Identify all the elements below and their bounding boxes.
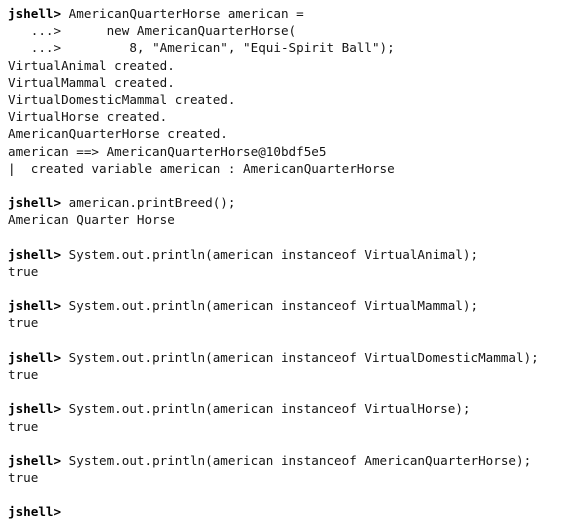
console-line-output: VirtualDomesticMammal created.: [0, 91, 566, 108]
console-line-text: AmericanQuarterHorse american =: [61, 6, 304, 21]
console-line-text: true: [8, 470, 39, 486]
console-line-text: 8, "American", "Equi-Spirit Ball");: [61, 40, 395, 56]
console-line-input: jshell>: [0, 503, 566, 520]
console-line-input: jshell> System.out.println(american inst…: [0, 400, 566, 417]
console-line-text: VirtualAnimal created.: [8, 57, 175, 73]
console-line-text: true: [8, 263, 39, 279]
console-line-text: american ==> AmericanQuarterHorse@10bdf5…: [8, 143, 327, 159]
console-line-output: true: [0, 263, 566, 280]
continuation-prompt: ...>: [8, 40, 62, 56]
console-line-text: VirtualHorse created.: [8, 109, 168, 125]
console-line-cont: ...> 8, "American", "Equi-Spirit Ball");: [0, 39, 566, 56]
shell-prompt: jshell>: [8, 246, 62, 262]
console-line-output: true: [0, 314, 566, 331]
console-line-text: AmericanQuarterHorse created.: [8, 126, 228, 142]
console-line-result: american ==> AmericanQuarterHorse@10bdf5…: [0, 143, 566, 160]
shell-prompt: jshell>: [8, 504, 62, 520]
shell-prompt: jshell>: [8, 349, 62, 365]
console-line-text: System.out.println(american instanceof V…: [61, 298, 479, 314]
jshell-console[interactable]: jshell> AmericanQuarterHorse american = …: [0, 0, 566, 523]
console-line-input: jshell> System.out.println(american inst…: [0, 349, 566, 366]
console-line-text: true: [8, 366, 39, 382]
info-marker: |: [8, 160, 16, 176]
console-output-area[interactable]: jshell> AmericanQuarterHorse american = …: [0, 5, 566, 521]
console-line-text: System.out.println(american instanceof V…: [61, 349, 539, 365]
console-line-info: | created variable american : AmericanQu…: [0, 160, 566, 177]
console-line-output: AmericanQuarterHorse created.: [0, 125, 566, 142]
console-line-input: jshell> AmericanQuarterHorse american =: [0, 5, 566, 22]
console-line-output: VirtualHorse created.: [0, 108, 566, 125]
console-line-input: jshell> System.out.println(american inst…: [0, 452, 566, 469]
console-line-cont: ...> new AmericanQuarterHorse(: [0, 22, 566, 39]
console-line-text: true: [8, 418, 39, 434]
shell-prompt: jshell>: [8, 195, 62, 211]
console-line-output: true: [0, 469, 566, 486]
console-line-text: american.printBreed();: [61, 195, 236, 211]
shell-prompt: jshell>: [8, 401, 62, 417]
shell-prompt: jshell>: [8, 298, 62, 314]
console-line-text: VirtualDomesticMammal created.: [8, 91, 236, 107]
console-line-output: VirtualMammal created.: [0, 74, 566, 91]
continuation-prompt: ...>: [8, 23, 62, 39]
console-line-input: jshell> System.out.println(american inst…: [0, 246, 566, 263]
console-line-text: American Quarter Horse: [8, 212, 175, 228]
console-line-output: VirtualAnimal created.: [0, 57, 566, 74]
console-line-text: System.out.println(american instanceof V…: [61, 401, 471, 417]
console-line-text: true: [8, 315, 39, 331]
console-line-text: System.out.println(american instanceof V…: [61, 246, 479, 262]
console-line-text: created variable american : AmericanQuar…: [15, 160, 395, 176]
console-line-output: American Quarter Horse: [0, 211, 566, 228]
console-line-text: new AmericanQuarterHorse(: [61, 23, 297, 39]
shell-prompt: jshell>: [8, 452, 62, 468]
shell-prompt: jshell>: [8, 6, 62, 21]
console-line-input: jshell> american.printBreed();: [0, 194, 566, 211]
console-line-text: System.out.println(american instanceof A…: [61, 452, 532, 468]
console-line-input: jshell> System.out.println(american inst…: [0, 297, 566, 314]
console-line-output: true: [0, 366, 566, 383]
console-line-output: true: [0, 418, 566, 435]
console-line-text: VirtualMammal created.: [8, 74, 175, 90]
